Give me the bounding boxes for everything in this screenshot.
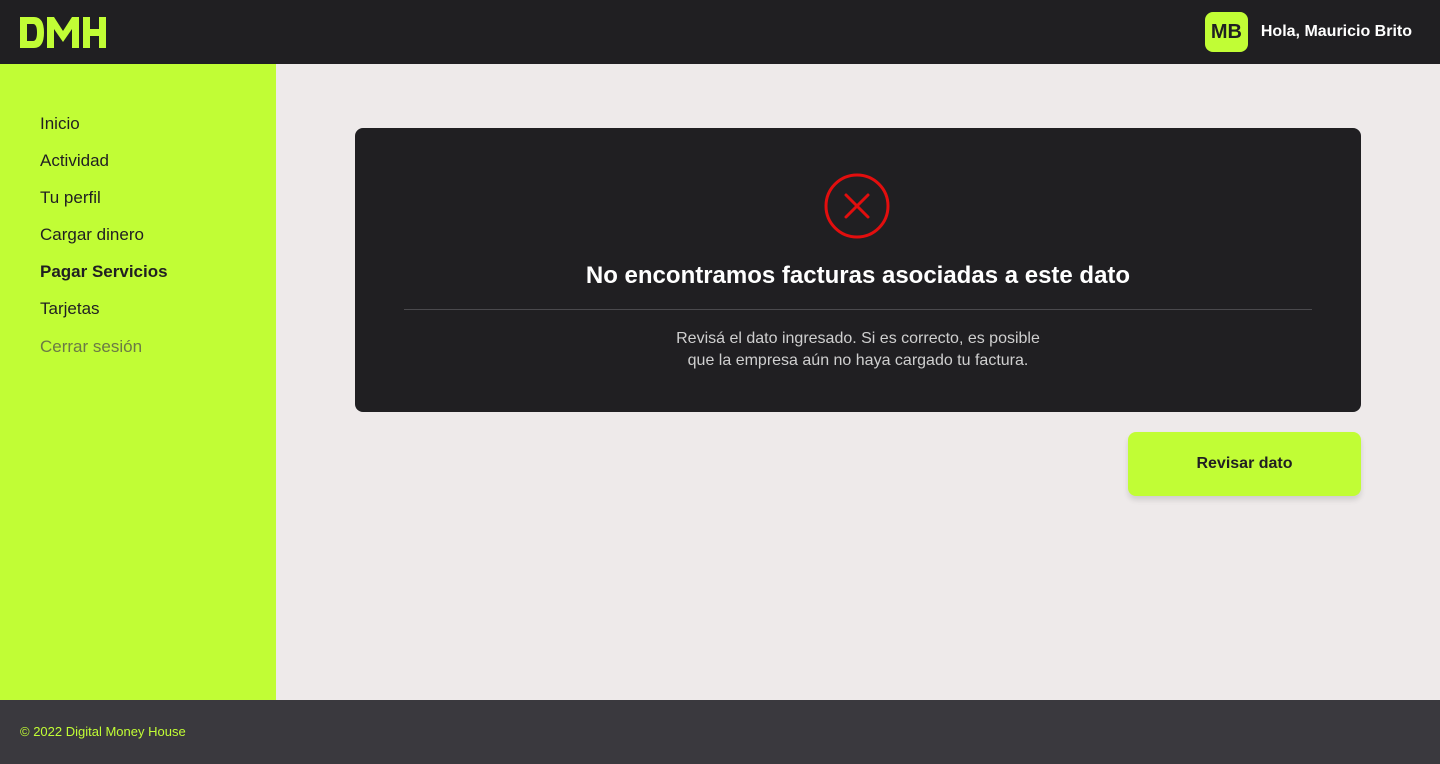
sidebar: Inicio Actividad Tu perfil Cargar dinero… bbox=[0, 64, 276, 700]
sidebar-item-pagar-servicios[interactable]: Pagar Servicios bbox=[40, 260, 168, 297]
error-x-circle-icon bbox=[824, 173, 890, 239]
footer-copyright: © 2022 Digital Money House bbox=[20, 724, 186, 739]
divider bbox=[404, 309, 1312, 310]
error-title: No encontramos facturas asociadas a este… bbox=[585, 262, 1131, 289]
error-card: No encontramos facturas asociadas a este… bbox=[355, 128, 1361, 412]
user-greeting: Hola, Mauricio Brito bbox=[1260, 23, 1412, 40]
top-header: MB Hola, Mauricio Brito bbox=[0, 0, 1440, 64]
error-message: Revisá el dato ingresado. Si es correcto… bbox=[608, 328, 1108, 372]
sidebar-item-cargar-dinero[interactable]: Cargar dinero bbox=[40, 223, 168, 260]
user-menu[interactable]: MB Hola, Mauricio Brito bbox=[1204, 12, 1412, 52]
sidebar-nav: Inicio Actividad Tu perfil Cargar dinero… bbox=[40, 112, 168, 372]
avatar[interactable]: MB bbox=[1204, 12, 1248, 52]
sidebar-item-tarjetas[interactable]: Tarjetas bbox=[40, 297, 168, 334]
sidebar-item-tu-perfil[interactable]: Tu perfil bbox=[40, 186, 168, 223]
review-data-button[interactable]: Revisar dato bbox=[1128, 432, 1361, 496]
footer: © 2022 Digital Money House bbox=[0, 700, 1440, 764]
sidebar-item-actividad[interactable]: Actividad bbox=[40, 149, 168, 186]
error-message-line-2: que la empresa aún no haya cargado tu fa… bbox=[687, 352, 1029, 369]
sidebar-item-cerrar-sesion[interactable]: Cerrar sesión bbox=[40, 335, 168, 372]
sidebar-item-inicio[interactable]: Inicio bbox=[40, 112, 168, 149]
dmh-logo[interactable] bbox=[20, 15, 108, 50]
error-message-line-1: Revisá el dato ingresado. Si es correcto… bbox=[676, 330, 1040, 347]
